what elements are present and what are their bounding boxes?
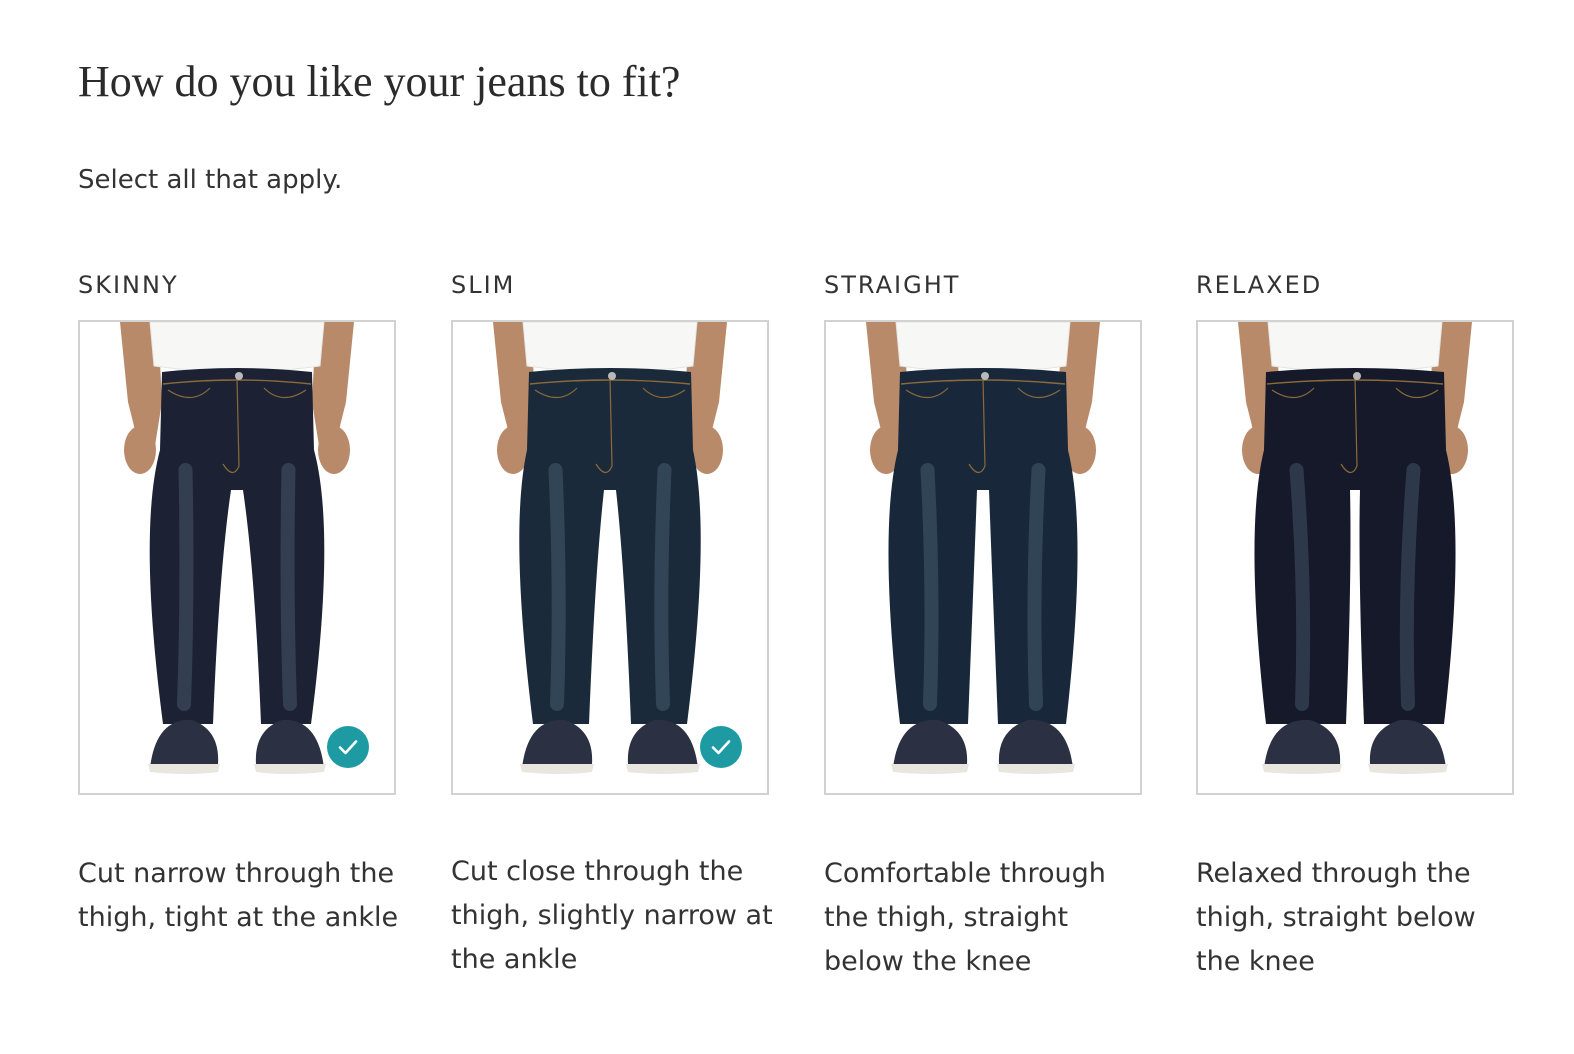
fit-option-straight[interactable]: STRAIGHT [824,262,1142,795]
jeans-photo [453,322,767,793]
page-subtitle: Select all that apply. [78,165,343,195]
jeans-photo [1198,322,1512,793]
fit-option-slim[interactable]: SLIM [451,262,769,795]
option-description: Relaxed through the thigh, straight belo… [1196,858,1476,977]
checkmark-icon [327,726,369,768]
option-label: SLIM [451,271,516,299]
option-description: Cut close through the thigh, slightly na… [451,856,773,975]
option-card[interactable] [78,320,396,795]
jeans-photo [826,322,1140,793]
page-title: How do you like your jeans to fit? [78,57,681,106]
option-description: Comfortable through the thigh, straight … [824,858,1106,977]
fit-option-skinny[interactable]: SKINNY [78,262,396,795]
option-card[interactable] [1196,320,1514,795]
jeans-photo [80,322,394,793]
option-label: STRAIGHT [824,271,961,299]
checkmark-icon [700,726,742,768]
option-card[interactable] [451,320,769,795]
option-description: Cut narrow through the thigh, tight at t… [78,858,399,933]
fit-option-relaxed[interactable]: RELAXED [1196,262,1514,795]
option-label: SKINNY [78,271,179,299]
option-card[interactable] [824,320,1142,795]
option-label: RELAXED [1196,271,1323,299]
